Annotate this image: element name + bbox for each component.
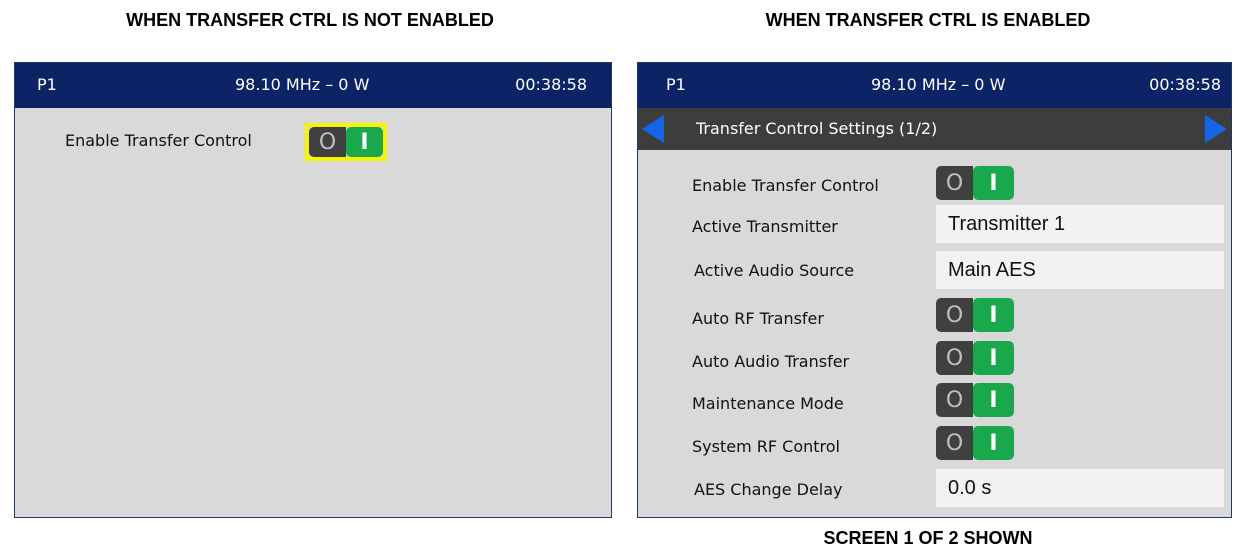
toggle-off-segment: O — [936, 341, 973, 375]
aes-change-delay-label: AES Change Delay — [694, 480, 843, 499]
toggle-off-segment: O — [309, 127, 346, 157]
auto-audio-transfer-toggle[interactable]: O I — [936, 341, 1014, 375]
toggle-off-segment: O — [936, 383, 973, 417]
status-bar: P1 98.10 MHz – 0 W 00:38:58 — [15, 63, 611, 108]
caption-not-enabled: WHEN TRANSFER CTRL IS NOT ENABLED — [126, 10, 494, 30]
enable-transfer-control-label: Enable Transfer Control — [65, 131, 252, 150]
enable-transfer-control-label: Enable Transfer Control — [692, 176, 879, 195]
toggle-on-segment: I — [973, 341, 1014, 375]
next-page-arrow-icon[interactable] — [1205, 115, 1227, 143]
toggle-on-segment: I — [973, 166, 1014, 200]
preset-label: P1 — [37, 75, 57, 94]
clock: 00:38:58 — [515, 75, 587, 94]
clock: 00:38:58 — [1149, 75, 1221, 94]
active-transmitter-label: Active Transmitter — [692, 217, 838, 236]
maintenance-mode-toggle[interactable]: O I — [936, 383, 1014, 417]
screen-transfer-disabled: P1 98.10 MHz – 0 W 00:38:58 Enable Trans… — [14, 62, 612, 518]
settings-page-title: Transfer Control Settings (1/2) — [696, 119, 938, 138]
toggle-on-segment: I — [973, 298, 1014, 332]
frequency-power-readout: 98.10 MHz – 0 W — [235, 75, 370, 94]
toggle-on-segment: I — [973, 383, 1014, 417]
enable-transfer-control-toggle[interactable]: O I — [309, 127, 383, 157]
maintenance-mode-label: Maintenance Mode — [692, 394, 844, 413]
active-audio-source-value[interactable]: Main AES — [936, 251, 1224, 289]
enable-transfer-control-toggle[interactable]: O I — [936, 166, 1014, 200]
screen-transfer-enabled: P1 98.10 MHz – 0 W 00:38:58 Transfer Con… — [637, 62, 1232, 518]
toggle-on-segment: I — [346, 127, 383, 157]
settings-header: Transfer Control Settings (1/2) — [638, 108, 1231, 150]
active-audio-source-label: Active Audio Source — [694, 261, 855, 280]
toggle-off-segment: O — [936, 426, 973, 460]
system-rf-control-toggle[interactable]: O I — [936, 426, 1014, 460]
auto-rf-transfer-label: Auto RF Transfer — [692, 309, 824, 328]
system-rf-control-label: System RF Control — [692, 437, 840, 456]
aes-change-delay-value[interactable]: 0.0 s — [936, 469, 1224, 507]
auto-rf-transfer-toggle[interactable]: O I — [936, 298, 1014, 332]
previous-page-arrow-icon[interactable] — [642, 115, 664, 143]
frequency-power-readout: 98.10 MHz – 0 W — [871, 75, 1006, 94]
toggle-off-segment: O — [936, 298, 973, 332]
caption-enabled: WHEN TRANSFER CTRL IS ENABLED — [765, 10, 1091, 30]
toggle-on-segment: I — [973, 426, 1014, 460]
status-bar: P1 98.10 MHz – 0 W 00:38:58 — [638, 63, 1231, 108]
toggle-off-segment: O — [936, 166, 973, 200]
caption-screen-count: SCREEN 1 OF 2 SHOWN — [823, 528, 1033, 548]
active-transmitter-value[interactable]: Transmitter 1 — [936, 205, 1224, 243]
auto-audio-transfer-label: Auto Audio Transfer — [692, 352, 850, 371]
preset-label: P1 — [666, 75, 686, 94]
